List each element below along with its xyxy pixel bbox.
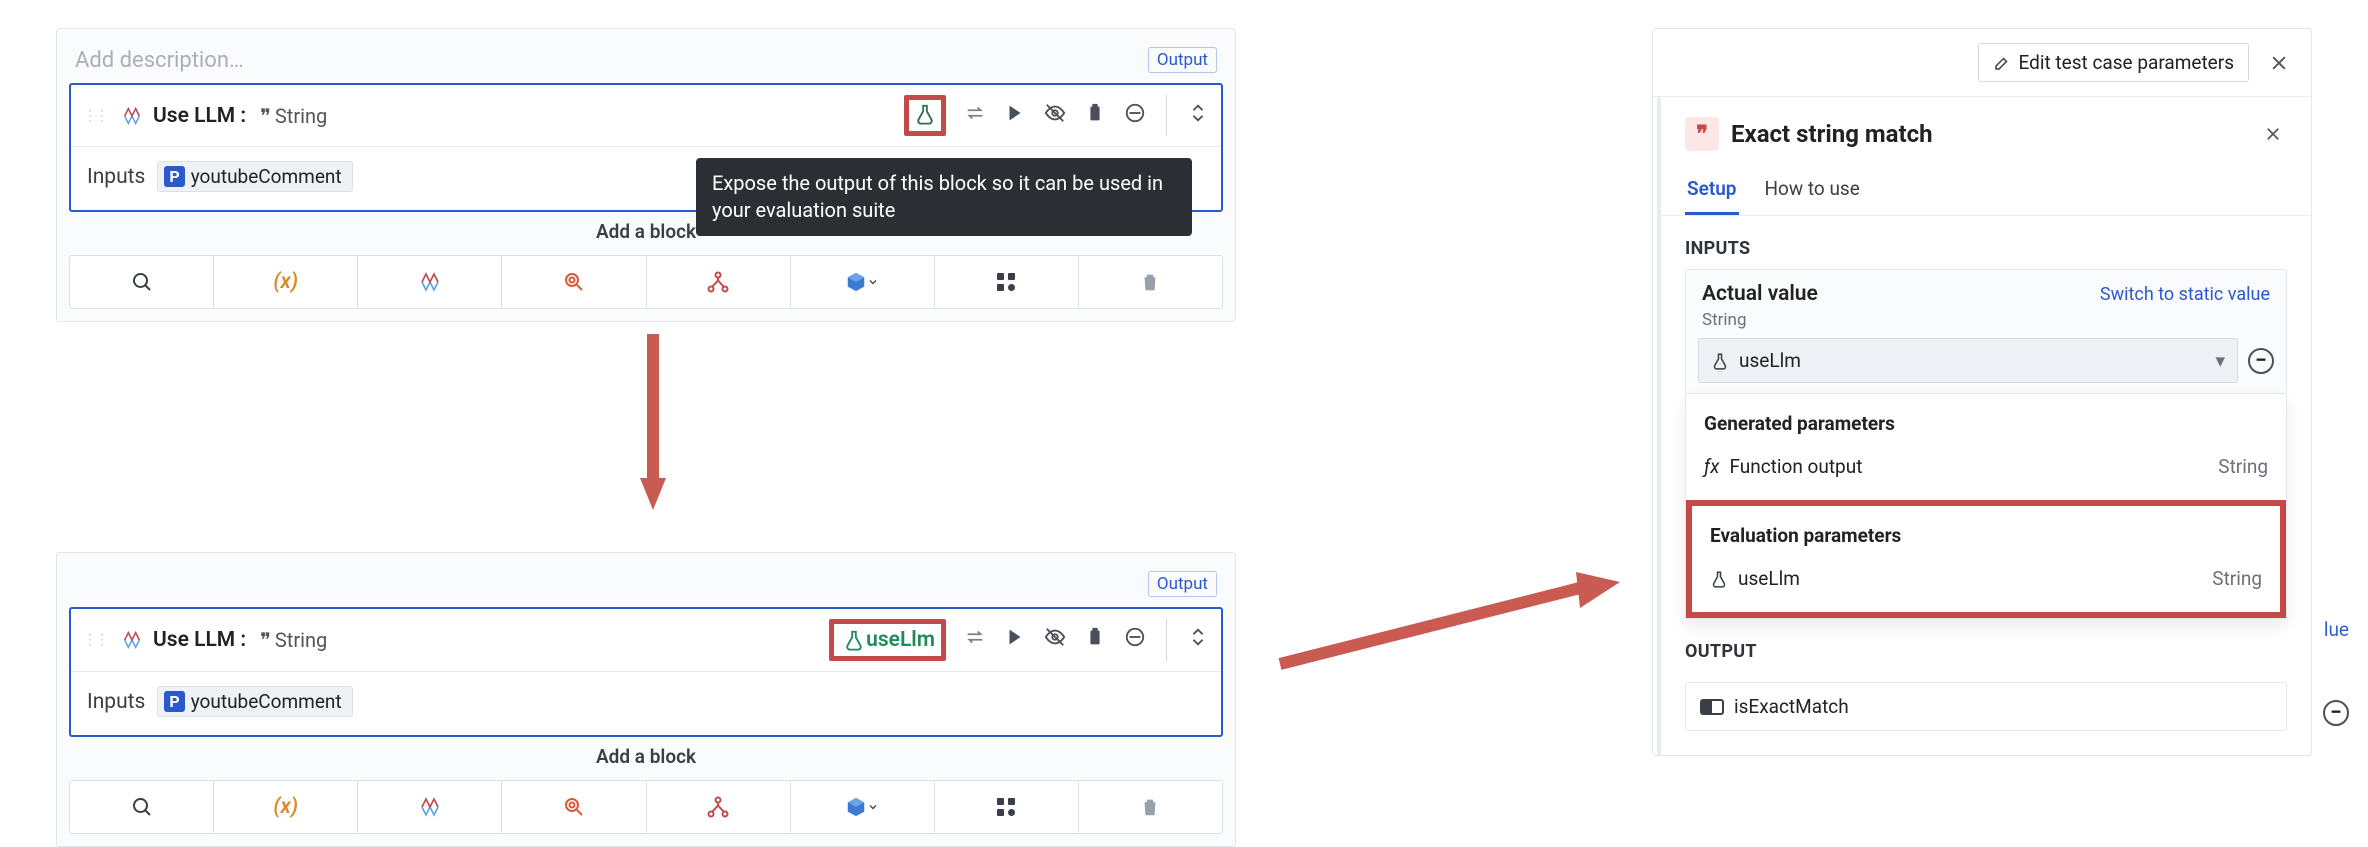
toolbar-inspect[interactable] <box>502 781 646 833</box>
inputs-label: Inputs <box>87 165 145 189</box>
output-chip[interactable]: Output <box>1148 571 1217 597</box>
actual-value-select[interactable]: useLlm ▾ <box>1698 338 2238 383</box>
flask-icon <box>1710 570 1728 588</box>
disable-icon[interactable] <box>1124 626 1146 654</box>
block-toolbar: (x) <box>69 255 1223 309</box>
output-value-row: isExactMatch <box>1685 682 2287 731</box>
hide-icon[interactable] <box>1044 626 1066 654</box>
input-param-chip[interactable]: P youtubeComment <box>157 161 352 192</box>
config-tabs: Setup How to use <box>1661 161 2311 216</box>
disable-icon[interactable] <box>1124 102 1146 130</box>
toolbar-variable[interactable]: (x) <box>214 256 358 308</box>
toolbar-search[interactable] <box>70 781 214 833</box>
dropdown-group-generated: Generated parameters <box>1686 402 2286 445</box>
dropdown-group-evaluation: Evaluation parameters <box>1692 514 2280 557</box>
llm-icon <box>121 629 143 651</box>
arrow-down <box>640 334 666 510</box>
toolbar-llm[interactable] <box>358 781 502 833</box>
swap-icon[interactable] <box>964 626 986 654</box>
description-placeholder[interactable]: Add description… <box>75 48 244 73</box>
quote-icon: ❞ <box>260 628 271 652</box>
play-icon[interactable] <box>1004 102 1026 130</box>
close-icon[interactable] <box>2265 49 2293 77</box>
expose-tooltip: Expose the output of this block so it ca… <box>696 158 1192 236</box>
dropdown-item-function-output[interactable]: ƒx Function output String <box>1686 445 2286 492</box>
expose-button-highlight <box>904 95 946 136</box>
param-dropdown: Generated parameters ƒx Function output … <box>1685 394 2287 619</box>
expose-label: useLlm <box>866 628 935 652</box>
clipboard-icon[interactable] <box>1084 626 1106 654</box>
tab-how-to-use[interactable]: How to use <box>1763 169 1862 215</box>
drag-handle-icon[interactable]: ⋮⋮ <box>83 108 107 124</box>
drag-handle-icon[interactable]: ⋮⋮ <box>83 632 107 648</box>
llm-icon <box>121 105 143 127</box>
flask-icon[interactable] <box>911 100 939 128</box>
actual-value-label: Actual value <box>1702 282 1818 306</box>
input-param-chip[interactable]: P youtubeComment <box>157 686 352 717</box>
toolbar-branch[interactable] <box>647 256 791 308</box>
swap-icon[interactable] <box>964 102 986 130</box>
toolbar-inspect[interactable] <box>502 256 646 308</box>
clipboard-icon[interactable] <box>1084 102 1106 130</box>
hide-icon[interactable] <box>1044 102 1066 130</box>
block-title: Use LLM : <box>153 104 246 128</box>
expected-value-partial: lue <box>2324 618 2349 641</box>
switch-static-link[interactable]: Switch to static value <box>2100 284 2270 305</box>
dropdown-group-evaluation-highlight: Evaluation parameters useLlm String <box>1686 500 2286 618</box>
close-icon[interactable] <box>2259 120 2287 148</box>
block-title: Use LLM : <box>153 628 246 652</box>
toolbar-branch[interactable] <box>647 781 791 833</box>
eval-config-panel: Edit test case parameters ❞ Exact string… <box>1652 28 2312 756</box>
quote-icon: ❞ <box>1685 117 1719 151</box>
fx-icon: ƒx <box>1704 455 1719 478</box>
tab-setup[interactable]: Setup <box>1685 169 1739 215</box>
flask-icon <box>1711 352 1729 370</box>
play-icon[interactable] <box>1004 626 1026 654</box>
expose-button-active-highlight: useLlm <box>829 619 946 661</box>
type-badge: ❞ String <box>260 628 327 652</box>
actual-value-type: String <box>1686 310 2286 338</box>
arrow-right <box>1280 564 1620 672</box>
remove-expected-button[interactable]: − <box>2323 700 2349 726</box>
flask-icon[interactable] <box>840 626 868 654</box>
dropdown-item-usellm[interactable]: useLlm String <box>1692 557 2280 604</box>
output-section-label: OUTPUT <box>1661 619 2311 672</box>
expand-icon[interactable] <box>1187 626 1209 654</box>
output-chip[interactable]: Output <box>1148 47 1217 73</box>
toolbar-trash[interactable] <box>1079 781 1222 833</box>
inputs-label: Inputs <box>87 690 145 714</box>
param-badge-icon: P <box>164 166 184 187</box>
toolbar-package[interactable] <box>791 781 935 833</box>
actual-value-card: Actual value Switch to static value Stri… <box>1685 269 2287 394</box>
expand-icon[interactable] <box>1187 102 1209 130</box>
add-block-link[interactable]: Add a block <box>69 737 1223 776</box>
type-badge: ❞ String <box>260 104 327 128</box>
config-title: Exact string match <box>1731 120 2247 148</box>
param-badge-icon: P <box>164 691 184 712</box>
toolbar-llm[interactable] <box>358 256 502 308</box>
toolbar-search[interactable] <box>70 256 214 308</box>
toolbar-trash[interactable] <box>1079 256 1222 308</box>
inputs-section-label: INPUTS <box>1661 216 2311 269</box>
quote-icon: ❞ <box>260 104 271 128</box>
toolbar-package[interactable] <box>791 256 935 308</box>
workflow-panel-after: Output ⋮⋮ Use LLM : ❞ String useLlm <box>56 552 1236 847</box>
boolean-icon <box>1700 699 1724 715</box>
toolbar-apps[interactable] <box>935 256 1079 308</box>
edit-test-case-button[interactable]: Edit test case parameters <box>1978 43 2249 82</box>
block-toolbar: (x) <box>69 780 1223 834</box>
remove-input-button[interactable]: − <box>2248 348 2274 374</box>
toolbar-variable[interactable]: (x) <box>214 781 358 833</box>
llm-block: ⋮⋮ Use LLM : ❞ String useLlm <box>69 607 1223 737</box>
caret-down-icon: ▾ <box>2215 349 2225 372</box>
toolbar-apps[interactable] <box>935 781 1079 833</box>
